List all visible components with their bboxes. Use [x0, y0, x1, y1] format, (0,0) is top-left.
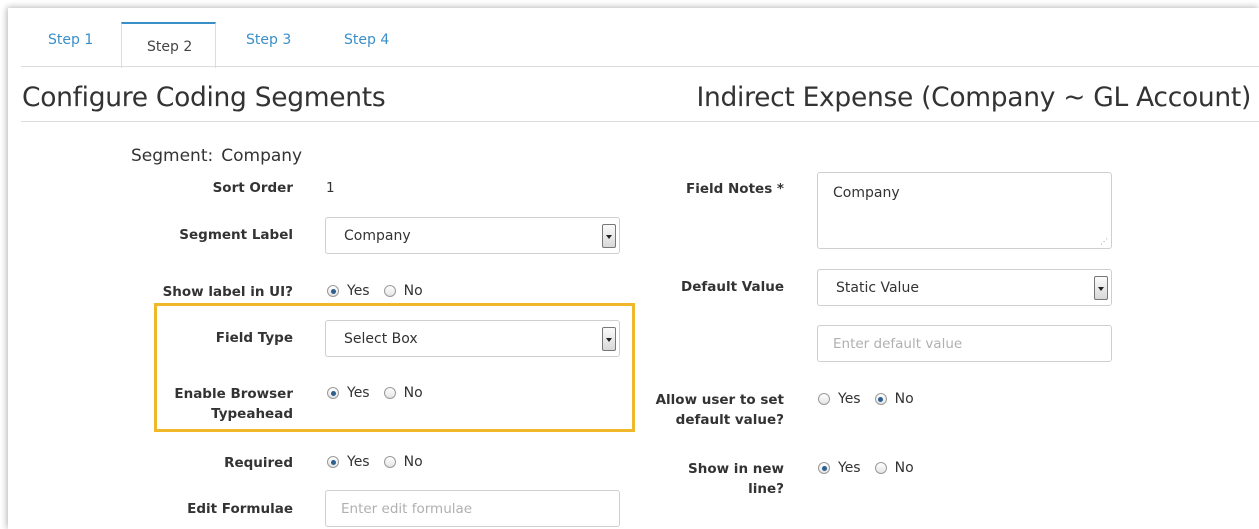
field-type-select[interactable]: Select Box [325, 320, 620, 357]
default-value-label: Default Value [681, 279, 784, 295]
field-type-select-value: Select Box [344, 331, 418, 347]
radio-selected-icon[interactable] [874, 393, 887, 405]
radio-unselected-icon[interactable] [383, 285, 396, 297]
default-value-input[interactable]: Enter default value [817, 325, 1112, 362]
required-yes-text: Yes [347, 454, 370, 470]
show-label-radio-group: Yes No [327, 283, 437, 299]
show-label-yes-text: Yes [347, 283, 370, 299]
typeahead-label: Enable Browser Typeahead [174, 384, 293, 424]
allow-default-no-text: No [894, 391, 914, 407]
tab-step-1[interactable]: Step 1 [48, 32, 93, 48]
page-subtitle: Indirect Expense (Company ~ GL Account) [696, 82, 1252, 113]
segment-label-select[interactable]: Company [325, 217, 620, 254]
typeahead-label-line1: Enable Browser [174, 386, 293, 402]
new-line-radio-group: Yes No [818, 460, 928, 476]
radio-selected-icon[interactable] [327, 285, 339, 297]
tab-step-4[interactable]: Step 4 [344, 32, 389, 48]
new-line-label: Show in new line? [688, 459, 784, 499]
new-line-no-text: No [894, 460, 914, 476]
segment-heading-label: Segment: [131, 146, 214, 166]
radio-unselected-icon[interactable] [874, 462, 887, 474]
typeahead-no-option[interactable]: No [383, 385, 423, 401]
typeahead-yes-text: Yes [347, 385, 370, 401]
field-notes-value: Company [833, 185, 900, 201]
allow-default-label: Allow user to set default value? [656, 390, 784, 430]
required-no-option[interactable]: No [383, 454, 423, 470]
default-value-select[interactable]: Static Value [817, 269, 1112, 306]
tab-step-3[interactable]: Step 3 [246, 32, 291, 48]
sort-order-label: Sort Order [212, 180, 293, 196]
show-label-no-text: No [403, 283, 423, 299]
show-label-yes-option[interactable]: Yes [327, 283, 370, 299]
tabs-divider [21, 66, 1259, 67]
typeahead-radio-group: Yes No [327, 385, 437, 401]
edit-formulae-placeholder: Enter edit formulae [341, 501, 473, 517]
allow-default-label-line2: default value? [675, 412, 784, 428]
radio-unselected-icon[interactable] [383, 456, 396, 468]
new-line-yes-option[interactable]: Yes [818, 460, 861, 476]
allow-default-no-option[interactable]: No [874, 391, 914, 407]
field-notes-textarea[interactable]: Company ⋰ [817, 172, 1112, 249]
tab-step-2-label: Step 2 [147, 39, 193, 55]
default-value-placeholder: Enter default value [833, 336, 963, 352]
allow-default-label-line1: Allow user to set [655, 392, 784, 408]
chevron-down-icon [602, 327, 616, 351]
typeahead-label-line2: Typeahead [211, 406, 293, 422]
page-title: Configure Coding Segments [22, 82, 386, 113]
chevron-down-icon [602, 224, 616, 248]
typeahead-no-text: No [403, 385, 423, 401]
edit-formulae-input[interactable]: Enter edit formulae [325, 490, 620, 527]
radio-selected-icon[interactable] [327, 456, 339, 468]
segment-label-label: Segment Label [179, 227, 293, 243]
radio-unselected-icon[interactable] [383, 387, 396, 399]
field-notes-label: Field Notes * [686, 181, 784, 197]
required-yes-option[interactable]: Yes [327, 454, 370, 470]
segment-heading: Segment: Company [131, 146, 302, 166]
typeahead-yes-option[interactable]: Yes [327, 385, 370, 401]
new-line-no-option[interactable]: No [874, 460, 914, 476]
chevron-down-icon [1094, 276, 1108, 300]
required-radio-group: Yes No [327, 454, 437, 470]
field-type-label: Field Type [215, 330, 293, 346]
resize-grip-icon[interactable]: ⋰ [1100, 238, 1108, 246]
radio-unselected-icon[interactable] [818, 393, 830, 405]
allow-default-radio-group: Yes No [818, 391, 928, 407]
allow-default-yes-option[interactable]: Yes [818, 391, 861, 407]
segment-label-select-value: Company [344, 228, 411, 244]
show-label-label: Show label in UI? [162, 284, 293, 300]
header-divider [21, 121, 1259, 122]
edit-formulae-label: Edit Formulae [187, 501, 293, 517]
segment-heading-value: Company [221, 146, 303, 166]
default-value-select-value: Static Value [836, 280, 919, 296]
allow-default-yes-text: Yes [838, 391, 861, 407]
new-line-label-line1: Show in new [688, 461, 784, 477]
radio-selected-icon[interactable] [818, 462, 830, 474]
new-line-label-line2: line? [748, 481, 784, 497]
show-label-no-option[interactable]: No [383, 283, 423, 299]
required-no-text: No [403, 454, 423, 470]
tab-step-2[interactable]: Step 2 [121, 22, 216, 68]
sort-order-value: 1 [326, 180, 335, 196]
required-label: Required [224, 455, 293, 471]
radio-selected-icon[interactable] [327, 387, 339, 399]
new-line-yes-text: Yes [838, 460, 861, 476]
